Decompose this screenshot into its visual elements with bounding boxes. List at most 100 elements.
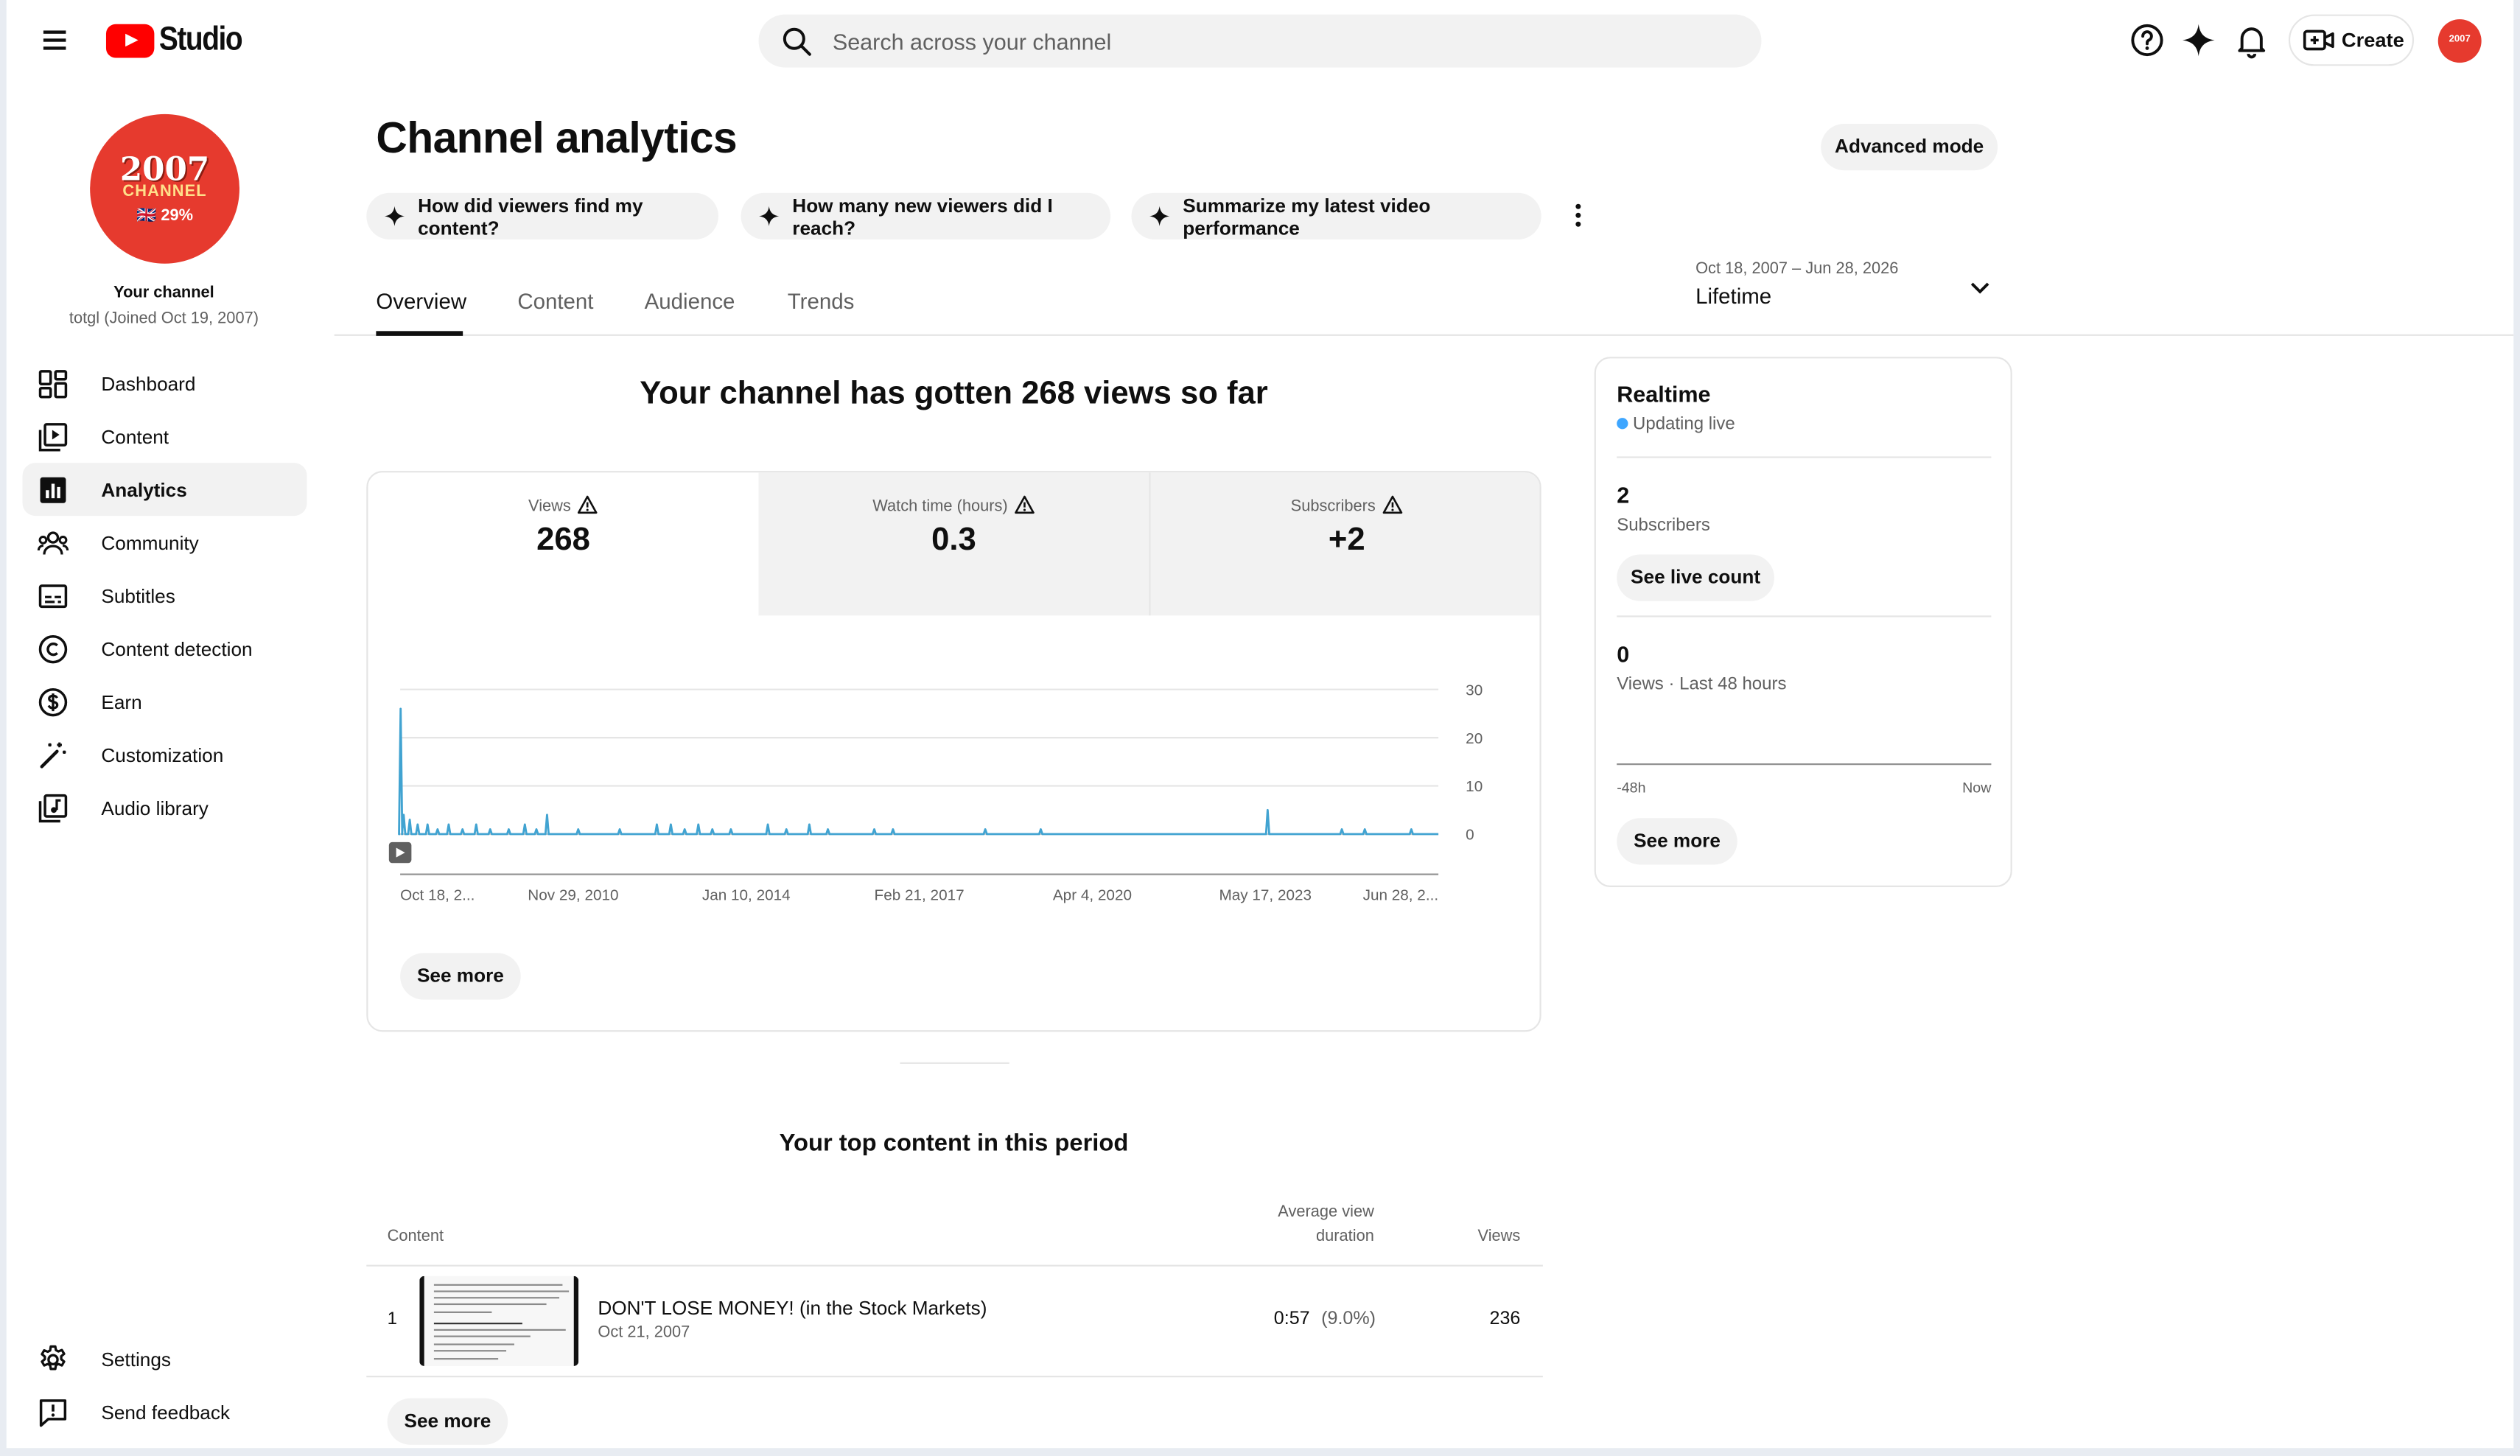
sidebar-item-content-detection[interactable]: Content detection xyxy=(23,622,307,675)
x-tick-label: Oct 18, 2... xyxy=(400,886,475,903)
realtime-divider xyxy=(1617,456,1992,458)
sidebar-item-label: Analytics xyxy=(101,477,187,501)
sidebar-item-label: Subtitles xyxy=(101,584,175,607)
create-label: Create xyxy=(2341,29,2404,52)
sidebar-item-settings[interactable]: Settings xyxy=(23,1332,307,1385)
warning-icon xyxy=(1015,495,1035,514)
tab-trends[interactable]: Trends xyxy=(788,290,855,314)
analytics-icon xyxy=(40,477,66,503)
sidebar-item-label: Audio library xyxy=(101,796,209,819)
logo-text: Studio xyxy=(158,21,243,58)
metric-label: Subscribers xyxy=(1290,498,1376,517)
tabs-divider xyxy=(334,334,2514,336)
see-live-count-button[interactable]: See live count xyxy=(1617,554,1774,601)
tab-audience[interactable]: Audience xyxy=(645,290,735,314)
views-series-line xyxy=(398,707,1439,836)
sidebar-item-label: Settings xyxy=(101,1347,171,1371)
y-tick-label: 30 xyxy=(1466,682,1483,699)
metric-tab-watch-time[interactable]: Watch time (hours) 0.3 xyxy=(758,472,1149,616)
sidebar-item-dashboard[interactable]: Dashboard xyxy=(23,357,307,410)
top-content-title: Your top content in this period xyxy=(779,1130,1129,1158)
prompt-chip-new-viewers[interactable]: How many new viewers did I reach? xyxy=(741,192,1111,239)
metric-value: 268 xyxy=(536,522,590,558)
section-divider xyxy=(900,1062,1009,1064)
metric-tab-subscribers[interactable]: Subscribers +2 xyxy=(1150,472,1540,616)
avatar-text-channel: CHANNEL xyxy=(122,183,207,201)
notifications-bell-icon[interactable] xyxy=(2233,21,2271,59)
realtime-divider xyxy=(1617,615,1992,617)
x-tick-label: Jun 28, 2... xyxy=(1363,886,1439,903)
sidebar-item-earn[interactable]: Earn xyxy=(23,675,307,728)
column-header-content: Content xyxy=(387,1228,444,1246)
realtime-axis-start: -48h xyxy=(1617,779,1646,796)
realtime-see-more-button[interactable]: See more xyxy=(1617,818,1737,865)
views-line-chart: 0 10 20 30 Oct 18, 2... Nov 29, 2010 Jan 10, 2… xyxy=(388,682,1483,903)
help-icon[interactable] xyxy=(2128,21,2166,59)
channel-avatar[interactable]: 2007 CHANNEL 🇬🇧 29% xyxy=(90,113,239,264)
studio-logo[interactable]: Studio xyxy=(105,19,256,61)
video-title[interactable]: DON'T LOSE MONEY! (in the Stock Markets) xyxy=(598,1297,987,1320)
page-title: Channel analytics xyxy=(376,113,738,163)
live-dot-icon xyxy=(1617,418,1628,430)
dashboard-icon xyxy=(38,370,68,399)
date-range-selector[interactable]: Oct 18, 2007 – Jun 28, 2026 Lifetime xyxy=(1695,260,2001,318)
sparkle-icon xyxy=(384,206,405,226)
sidebar-item-community[interactable]: Community xyxy=(23,516,307,569)
chart-see-more-button[interactable]: See more xyxy=(400,953,521,1000)
window-edge-right xyxy=(2513,0,2520,1456)
row-rank: 1 xyxy=(387,1309,398,1329)
x-tick-label: May 17, 2023 xyxy=(1219,886,1312,903)
realtime-status-text: Updating live xyxy=(1633,414,1735,434)
realtime-axis-end: Now xyxy=(1962,779,1992,796)
metric-label: Watch time (hours) xyxy=(872,498,1008,517)
sidebar-item-analytics[interactable]: Analytics xyxy=(22,463,307,517)
chip-label: How did viewers find my content? xyxy=(418,193,643,239)
y-tick-label: 0 xyxy=(1466,827,1474,844)
chip-label: Summarize my latest video performance xyxy=(1183,193,1431,239)
realtime-title: Realtime xyxy=(1617,380,1711,407)
x-tick-label: Jan 10, 2014 xyxy=(702,886,791,903)
column-header-avd-line1: Average view xyxy=(1278,1203,1374,1222)
feedback-icon xyxy=(39,1399,67,1427)
prompt-chip-summarize[interactable]: Summarize my latest video performance xyxy=(1131,192,1541,239)
window-edge-bottom xyxy=(0,1448,2520,1456)
sidebar-item-customization[interactable]: Customization xyxy=(23,728,307,781)
account-avatar[interactable]: 2007 xyxy=(2437,19,2482,63)
sidebar-item-label: Content detection xyxy=(101,637,253,660)
chip-label: How many new viewers did I reach? xyxy=(792,193,1053,239)
gear-icon xyxy=(41,1345,66,1371)
table-header-divider xyxy=(366,1264,1543,1267)
search-input[interactable] xyxy=(832,14,1733,68)
tab-content[interactable]: Content xyxy=(517,290,593,314)
x-tick-label: Apr 4, 2020 xyxy=(1053,886,1132,903)
content-icon xyxy=(38,423,68,452)
sidebar-item-label: Customization xyxy=(101,743,224,766)
avg-view-percent: (9.0%) xyxy=(1321,1309,1376,1329)
top-content-see-more-button[interactable]: See more xyxy=(387,1398,508,1445)
avatar-text-year: 2007 xyxy=(119,149,210,189)
sidebar-item-audio-library[interactable]: Audio library xyxy=(23,781,307,834)
metric-tab-views[interactable]: Views 268 xyxy=(368,472,758,615)
create-button[interactable]: Create xyxy=(2288,14,2415,66)
magic-wand-icon xyxy=(40,742,66,769)
sidebar-item-subtitles[interactable]: Subtitles xyxy=(23,569,307,622)
search-bar[interactable] xyxy=(758,14,1762,68)
sparkle-icon[interactable] xyxy=(2180,21,2218,59)
realtime-chart-axis xyxy=(1617,763,1992,766)
tab-overview[interactable]: Overview xyxy=(376,290,466,314)
prompt-chip-viewers-find[interactable]: How did viewers find my content? xyxy=(366,192,718,239)
sidebar-item-label: Dashboard xyxy=(101,371,196,395)
community-icon xyxy=(37,531,69,555)
metric-label: Views xyxy=(528,498,571,517)
advanced-mode-button[interactable]: Advanced mode xyxy=(1821,123,1998,171)
views-headline: Your channel has gotten 268 views so far xyxy=(640,376,1268,412)
video-date: Oct 21, 2007 xyxy=(598,1324,690,1343)
realtime-subscribers-value: 2 xyxy=(1617,482,1630,508)
sidebar-item-content[interactable]: Content xyxy=(23,410,307,463)
sidebar-item-send-feedback[interactable]: Send feedback xyxy=(23,1385,307,1438)
menu-icon[interactable] xyxy=(35,21,74,59)
avatar-text-percent: 🇬🇧 29% xyxy=(136,207,194,225)
video-thumbnail[interactable] xyxy=(419,1275,579,1366)
more-options-icon[interactable] xyxy=(1562,199,1595,231)
search-icon[interactable] xyxy=(780,24,815,60)
